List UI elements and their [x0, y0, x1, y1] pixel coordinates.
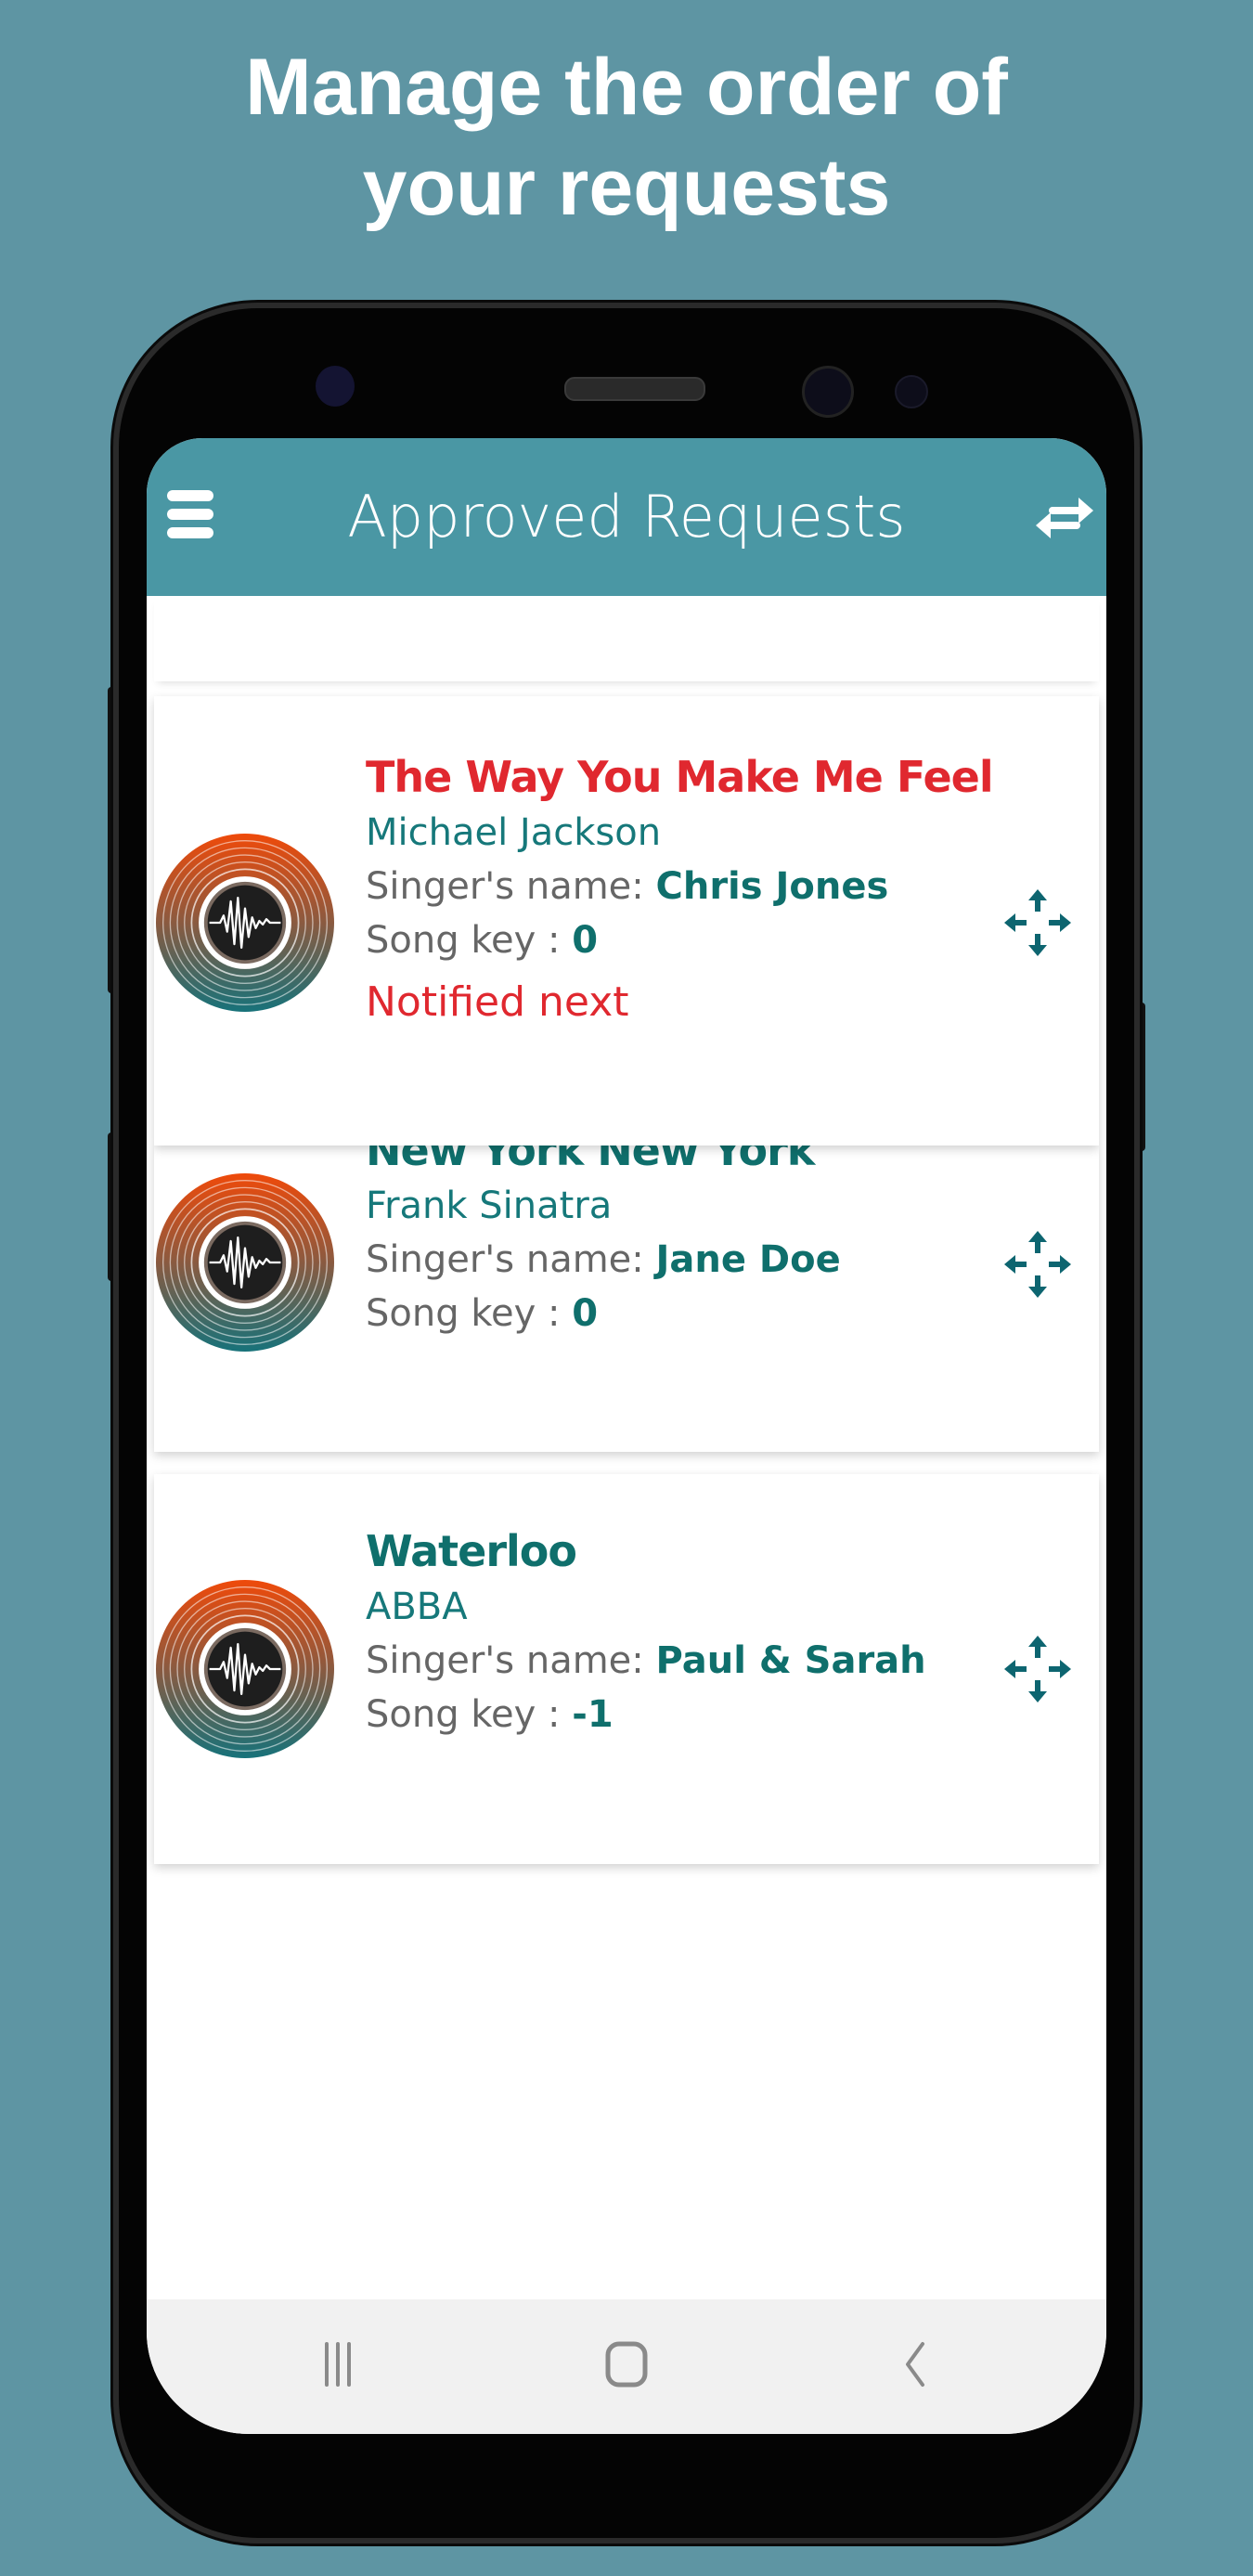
singer-label: Singer's name: — [366, 865, 656, 908]
recent-apps-icon[interactable] — [310, 2337, 366, 2392]
artist-name: Michael Jackson — [366, 811, 662, 854]
request-card[interactable]: Waterloo ABBA Singer's name: Paul & Sara… — [154, 1474, 1099, 1864]
swap-arrows-icon[interactable] — [1032, 492, 1097, 544]
request-card[interactable]: The Way You Make Me Feel Michael Jackson… — [154, 696, 1099, 1146]
phone-volume-button — [108, 687, 117, 993]
singer-label: Singer's name: — [366, 1238, 656, 1281]
song-key: 0 — [572, 919, 599, 962]
key-row: Song key : 0 — [366, 1292, 841, 1335]
earpiece-speaker — [564, 377, 705, 401]
phone-power-button — [1136, 1003, 1145, 1151]
song-key: 0 — [572, 1292, 599, 1335]
list-spacer — [154, 596, 1099, 681]
singer-name: Jane Doe — [655, 1238, 841, 1281]
promo-line-1: Manage the order of — [245, 43, 1008, 132]
key-label: Song key : — [366, 1693, 573, 1736]
artist-name: ABBA — [366, 1586, 468, 1628]
system-nav-bar — [147, 2299, 1106, 2434]
drag-move-icon[interactable] — [1002, 1229, 1073, 1300]
app-bar: Approved Requests — [147, 438, 1106, 596]
song-key: -1 — [572, 1693, 614, 1736]
status-notified: Notified next — [366, 978, 629, 1026]
front-camera — [802, 366, 854, 418]
artist-name: Frank Sinatra — [366, 1184, 613, 1227]
drag-move-icon[interactable] — [1002, 1634, 1073, 1704]
vinyl-disc-icon — [156, 1173, 334, 1352]
phone-bixby-button — [108, 1133, 117, 1281]
request-card[interactable]: New York New York Frank Sinatra Singer's… — [154, 1146, 1099, 1452]
iris-sensor — [895, 375, 928, 408]
vinyl-disc-icon — [156, 834, 334, 1012]
key-row: Song key : 0 — [366, 919, 993, 962]
singer-label: Singer's name: — [366, 1639, 656, 1682]
promo-line-2: your requests — [362, 143, 891, 232]
song-title: The Way You Make Me Feel — [366, 752, 994, 802]
singer-name: Paul & Sarah — [655, 1639, 926, 1682]
back-icon[interactable] — [887, 2337, 943, 2392]
singer-row: Singer's name: Paul & Sarah — [366, 1639, 926, 1682]
vinyl-disc-icon — [156, 1580, 334, 1758]
phone-screen: Approved Requests The Way You Make Me Fe… — [147, 438, 1106, 2434]
home-icon[interactable] — [599, 2337, 654, 2392]
phone-frame: Approved Requests The Way You Make Me Fe… — [119, 308, 1134, 2538]
song-title: Waterloo — [366, 1526, 577, 1576]
key-row: Song key : -1 — [366, 1693, 926, 1736]
key-label: Song key : — [366, 919, 573, 962]
key-label: Song key : — [366, 1292, 573, 1335]
promo-headline: Manage the order of your requests — [0, 37, 1253, 238]
drag-move-icon[interactable] — [1002, 887, 1073, 958]
page-title: Approved Requests — [347, 483, 906, 550]
singer-name: Chris Jones — [655, 865, 889, 908]
singer-row: Singer's name: Chris Jones — [366, 865, 993, 908]
song-title: New York New York — [366, 1146, 815, 1175]
front-sensor — [316, 366, 355, 407]
singer-row: Singer's name: Jane Doe — [366, 1238, 841, 1281]
